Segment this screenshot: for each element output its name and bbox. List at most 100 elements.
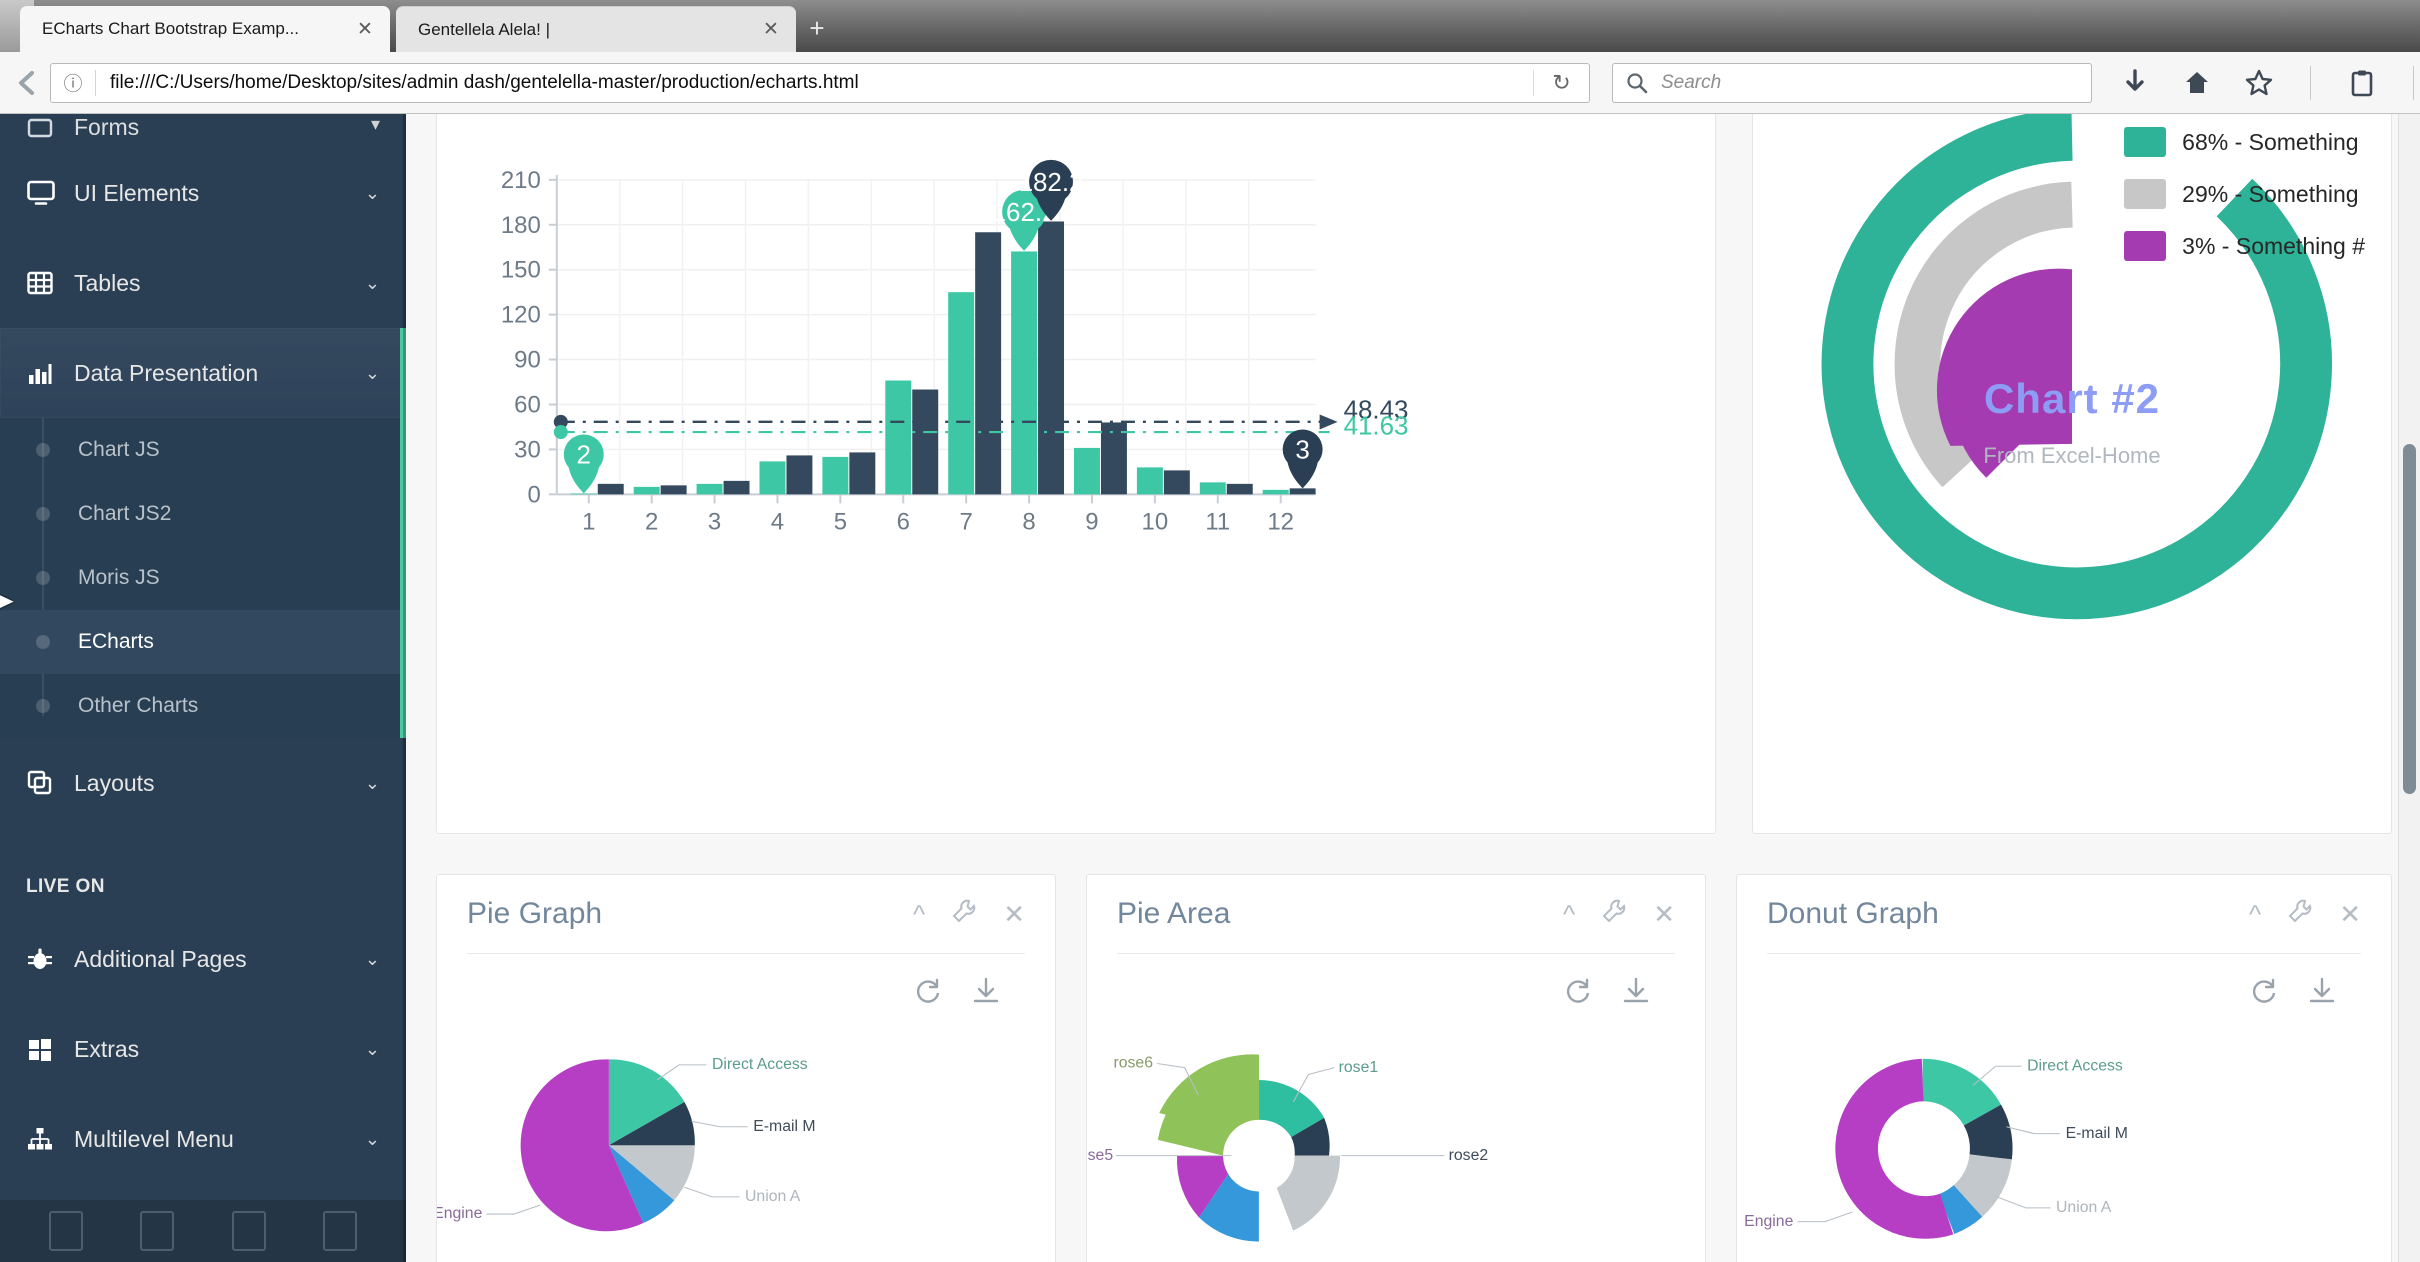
chart-2-title: Chart #2 — [1753, 375, 2391, 423]
svg-text:11: 11 — [1205, 508, 1230, 535]
save-image-icon[interactable] — [2307, 976, 2337, 1011]
sidebar-item-layouts[interactable]: Layouts ⌄ — [0, 738, 406, 828]
panel-pie-graph: Pie Graph ^ ✕ — [436, 874, 1056, 1262]
chart-2-legend: 68% - Something 29% - Something 3% - Som… — [2124, 127, 2365, 283]
sidebar-item-chart-js2[interactable]: Chart JS2 — [0, 482, 406, 546]
restore-icon[interactable] — [1563, 976, 1593, 1011]
svg-text:7: 7 — [960, 508, 973, 535]
chevron-down-icon: ▾ — [371, 114, 380, 135]
save-image-icon[interactable] — [971, 976, 1001, 1011]
search-bar[interactable]: Search — [1612, 63, 2092, 103]
layers-icon — [26, 769, 74, 797]
sidebar-subitem-label: Chart JS2 — [78, 502, 171, 526]
sidebar-item-label: Layouts — [74, 770, 365, 797]
donut-slices — [1857, 1080, 1992, 1217]
url-bar[interactable]: ⓘ file:///C:/Users/home/Desktop/sites/ad… — [50, 63, 1590, 103]
mouse-cursor: ➤ — [0, 584, 15, 619]
sidebar-item-tables[interactable]: Tables ⌄ — [0, 238, 406, 328]
fullscreen-icon[interactable] — [49, 1211, 83, 1251]
collapse-icon[interactable]: ^ — [1563, 899, 1575, 930]
sidebar-item-moris-js[interactable]: Moris JS — [0, 546, 406, 610]
pie-graph-chart: Direct Access E-mail M Union A Engine — [437, 1025, 863, 1262]
settings-icon[interactable] — [232, 1211, 266, 1251]
close-icon[interactable]: ✕ — [1003, 899, 1025, 930]
svg-text:8: 8 — [1022, 508, 1035, 535]
lock-icon[interactable] — [140, 1211, 174, 1251]
svg-text:41.63: 41.63 — [1344, 412, 1409, 440]
sidebar-item-label: UI Elements — [74, 180, 365, 207]
browser-navbar: ⓘ file:///C:/Users/home/Desktop/sites/ad… — [0, 52, 2420, 114]
rose-label-5: rose5 — [1087, 1147, 1113, 1164]
echarts-toolbox — [1087, 954, 1705, 1011]
collapse-icon[interactable]: ^ — [2249, 899, 2261, 930]
legend-item[interactable]: 29% - Something — [2124, 179, 2365, 209]
collapse-icon[interactable]: ^ — [913, 899, 925, 930]
navbar-divider-2 — [2413, 66, 2414, 100]
close-icon[interactable]: ✕ — [1653, 899, 1675, 930]
sidebar-item-multilevel-menu[interactable]: Multilevel Menu ⌄ — [0, 1094, 406, 1184]
svg-text:210: 210 — [501, 167, 541, 194]
new-tab-button[interactable]: + — [800, 13, 834, 45]
svg-text:30: 30 — [514, 436, 541, 463]
sidebar-item-ui-elements[interactable]: UI Elements ⌄ — [0, 148, 406, 238]
sidebar-item-other-charts[interactable]: Other Charts — [0, 674, 406, 738]
page-viewport: Forms ▾ UI Elements ⌄ Tables ⌄ — [0, 114, 2420, 1262]
sidebar-item-label: Multilevel Menu — [74, 1126, 365, 1153]
legend-swatch — [2124, 127, 2166, 157]
downloads-icon[interactable] — [2118, 66, 2152, 100]
panel-header: Donut Graph ^ ✕ — [1737, 875, 2391, 931]
sidebar-item-echarts[interactable]: ECharts — [0, 610, 406, 674]
library-icon[interactable] — [2345, 66, 2379, 100]
restore-icon[interactable] — [2249, 976, 2279, 1011]
svg-text:182.2: 182.2 — [1019, 169, 1084, 197]
power-off-icon[interactable] — [323, 1211, 357, 1251]
legend-swatch — [2124, 179, 2166, 209]
scrollbar-thumb[interactable] — [2403, 444, 2416, 794]
back-arrow-icon[interactable] — [12, 61, 44, 105]
page-scrollbar[interactable] — [2398, 114, 2420, 1262]
page-info-icon[interactable]: ⓘ — [51, 69, 95, 96]
sidebar-item-label: Extras — [74, 1036, 365, 1063]
sidebar-item-label: Data Presentation — [74, 360, 365, 387]
sidebar-item-label: Additional Pages — [74, 946, 365, 973]
settings-wrench-icon[interactable] — [2287, 898, 2313, 931]
svg-text:9: 9 — [1085, 508, 1098, 535]
sidebar-item-data-presentation[interactable]: Data Presentation ⌄ — [0, 328, 406, 418]
browser-tab-1[interactable]: ECharts Chart Bootstrap Examp... ✕ — [20, 6, 390, 52]
sidebar-item-extras[interactable]: Extras ⌄ — [0, 1004, 406, 1094]
settings-wrench-icon[interactable] — [1601, 898, 1627, 931]
browser-tabstrip: ECharts Chart Bootstrap Examp... ✕ Gente… — [0, 0, 2420, 52]
panel-tools: ^ ✕ — [1563, 898, 1675, 931]
donut-label-engine: Engine — [1744, 1213, 1793, 1230]
table-icon — [26, 269, 74, 297]
panel-header: Pie Area ^ ✕ — [1087, 875, 1705, 931]
panel-header: Pie Graph ^ ✕ — [437, 875, 1055, 931]
navbar-divider — [2310, 66, 2311, 100]
sidebar-item-forms[interactable]: Forms ▾ — [0, 114, 406, 148]
donut-label-direct-access: Direct Access — [2027, 1057, 2123, 1074]
pie-label-engine: Engine — [437, 1205, 483, 1222]
tab-close-icon[interactable]: ✕ — [354, 20, 376, 39]
browser-tab-2[interactable]: Gentellela Alela! | ✕ — [396, 6, 796, 52]
monitor-icon — [26, 179, 74, 207]
home-icon[interactable] — [2180, 66, 2214, 100]
sidebar-item-additional-pages[interactable]: Additional Pages ⌄ — [0, 914, 406, 1004]
svg-text:180: 180 — [501, 212, 541, 239]
settings-wrench-icon[interactable] — [951, 898, 977, 931]
pie-label-union: Union A — [745, 1188, 801, 1205]
close-icon[interactable]: ✕ — [2339, 899, 2361, 930]
sidebar: Forms ▾ UI Elements ⌄ Tables ⌄ — [0, 114, 406, 1262]
tab-close-icon[interactable]: ✕ — [760, 20, 782, 39]
save-image-icon[interactable] — [1621, 976, 1651, 1011]
reload-icon[interactable]: ↻ — [1533, 70, 1589, 96]
star-icon[interactable] — [2242, 66, 2276, 100]
panel-bar-graph: Graph Sub-text — [436, 114, 1716, 834]
legend-item[interactable]: 3% - Something # — [2124, 231, 2365, 261]
sidebar-item-chart-js[interactable]: Chart JS — [0, 418, 406, 482]
restore-icon[interactable] — [913, 976, 943, 1011]
chevron-down-icon: ⌄ — [365, 273, 380, 294]
svg-text:90: 90 — [514, 347, 541, 374]
echarts-toolbox — [437, 954, 1055, 1011]
svg-text:4: 4 — [771, 508, 784, 535]
legend-item[interactable]: 68% - Something — [2124, 127, 2365, 157]
